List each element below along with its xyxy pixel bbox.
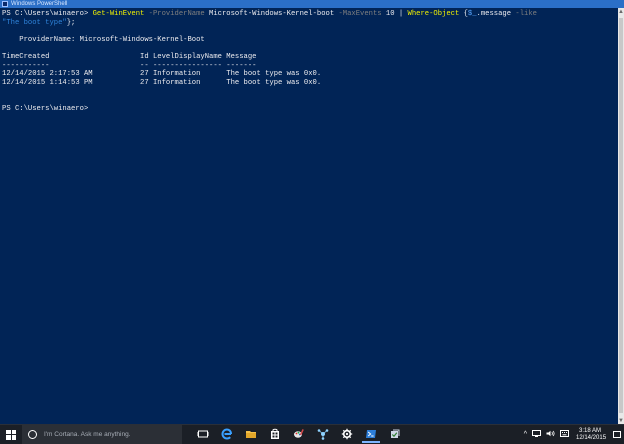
table-row: 12/14/2015 1:14:53 PM 27 Information The…	[2, 78, 322, 87]
scroll-up-icon[interactable]: ▲	[618, 8, 624, 16]
param-like: -like	[511, 10, 537, 18]
table-row: 12/14/2015 2:17:53 AM 27 Information The…	[2, 70, 322, 79]
clock[interactable]: 3:18 AM 12/14/2015	[576, 427, 607, 442]
pipeline-variable: $_	[467, 10, 477, 18]
member-access: .message	[476, 10, 512, 18]
volume-icon[interactable]	[546, 430, 555, 439]
window-title: Windows PowerShell	[11, 1, 68, 7]
network-icon[interactable]	[317, 428, 329, 440]
brace-close: };	[66, 18, 76, 27]
settings-icon[interactable]	[341, 428, 353, 440]
task-view-icon[interactable]	[197, 428, 209, 440]
network-status-icon[interactable]	[532, 430, 541, 439]
keyboard-icon[interactable]	[560, 430, 569, 439]
app-icon[interactable]	[389, 428, 401, 440]
cmdlet-where-object: Where-Object	[407, 10, 460, 18]
start-button[interactable]	[0, 425, 22, 444]
store-icon[interactable]	[269, 428, 281, 440]
tray-chevron-icon[interactable]: ^	[524, 431, 527, 438]
clock-time: 3:18 AM	[578, 427, 601, 434]
powershell-icon[interactable]	[362, 428, 380, 443]
param-providername: -ProviderName	[144, 10, 210, 18]
arg-maxevents: 10	[385, 10, 395, 18]
like-string: "The boot type"	[2, 18, 67, 27]
taskbar: I'm Cortana. Ask me anything. ^ 3:18 AM …	[0, 424, 624, 444]
prompt: PS C:\Users\winaero>	[2, 104, 89, 113]
notifications-icon[interactable]	[613, 431, 621, 438]
table-dashes: ----------- -- ---------------- -------	[2, 61, 257, 70]
provider-name-line: ProviderName: Microsoft-Windows-Kernel-B…	[2, 35, 205, 44]
table-headers: TimeCreated Id LevelDisplayName Message	[2, 52, 257, 61]
edge-icon[interactable]	[221, 428, 233, 440]
scrollbar-thumb[interactable]	[619, 18, 623, 413]
clock-date: 12/14/2015	[576, 434, 607, 441]
prompt: PS C:\Users\winaero>	[2, 10, 93, 18]
cortana-search-box[interactable]: I'm Cortana. Ask me anything.	[22, 425, 182, 444]
search-placeholder: I'm Cortana. Ask me anything.	[44, 431, 131, 438]
vertical-scrollbar[interactable]: ▲ ▼	[618, 8, 624, 425]
system-tray: ^ 3:18 AM 12/14/2015	[519, 425, 624, 444]
cmdlet-get-winevent: Get-WinEvent	[92, 10, 145, 18]
pipe: |	[394, 10, 408, 18]
powershell-app-icon	[2, 1, 8, 7]
arg-provider: Microsoft-Windows-Kernel-boot	[209, 10, 335, 18]
param-maxevents: -MaxEvents	[334, 10, 386, 18]
windows-logo-icon	[6, 429, 16, 440]
cortana-icon	[28, 430, 37, 439]
title-bar[interactable]: Windows PowerShell	[0, 0, 624, 8]
console-text: PS C:\Users\winaero> Get-WinEvent -Provi…	[0, 8, 624, 113]
file-explorer-icon[interactable]	[245, 428, 257, 440]
paint-icon[interactable]	[293, 428, 305, 440]
brace-open: {	[459, 10, 468, 18]
console-output[interactable]: PS C:\Users\winaero> Get-WinEvent -Provi…	[0, 8, 624, 425]
